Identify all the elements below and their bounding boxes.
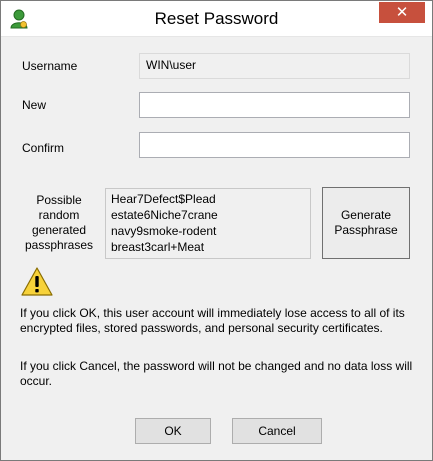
ok-button[interactable]: OK: [135, 418, 211, 444]
warning-icon: [21, 267, 53, 296]
dialog-body: Username WIN\user New Confirm Possible r…: [9, 37, 424, 454]
list-item[interactable]: Hear7Defect$Plead: [111, 191, 305, 207]
ok-warning-text: If you click OK, this user account will …: [20, 306, 405, 335]
reset-password-dialog: Reset Password ✕ Username WIN\user New C…: [0, 0, 433, 461]
confirm-password-input[interactable]: [139, 132, 410, 158]
close-button[interactable]: ✕: [379, 2, 425, 23]
window-title: Reset Password: [154, 9, 279, 28]
list-item[interactable]: estate6Niche7crane: [111, 207, 305, 223]
passphrase-list[interactable]: Hear7Defect$Plead estate6Niche7crane nav…: [105, 188, 311, 259]
cancel-button[interactable]: Cancel: [232, 418, 322, 444]
cancel-note-text: If you click Cancel, the password will n…: [20, 359, 413, 388]
passphrase-label: Possible random generated passphrases: [24, 193, 94, 252]
new-password-label: New: [22, 98, 47, 112]
list-item[interactable]: breast3carl+Meat: [111, 239, 305, 255]
title-bar[interactable]: Reset Password ✕: [1, 1, 432, 37]
close-icon: ✕: [395, 3, 409, 21]
new-password-input[interactable]: [139, 92, 410, 118]
username-label: Username: [22, 59, 78, 73]
username-field: WIN\user: [139, 53, 410, 79]
confirm-password-label: Confirm: [22, 141, 65, 155]
generate-passphrase-button[interactable]: Generate Passphrase: [322, 187, 410, 259]
list-item[interactable]: navy9smoke-rodent: [111, 223, 305, 239]
